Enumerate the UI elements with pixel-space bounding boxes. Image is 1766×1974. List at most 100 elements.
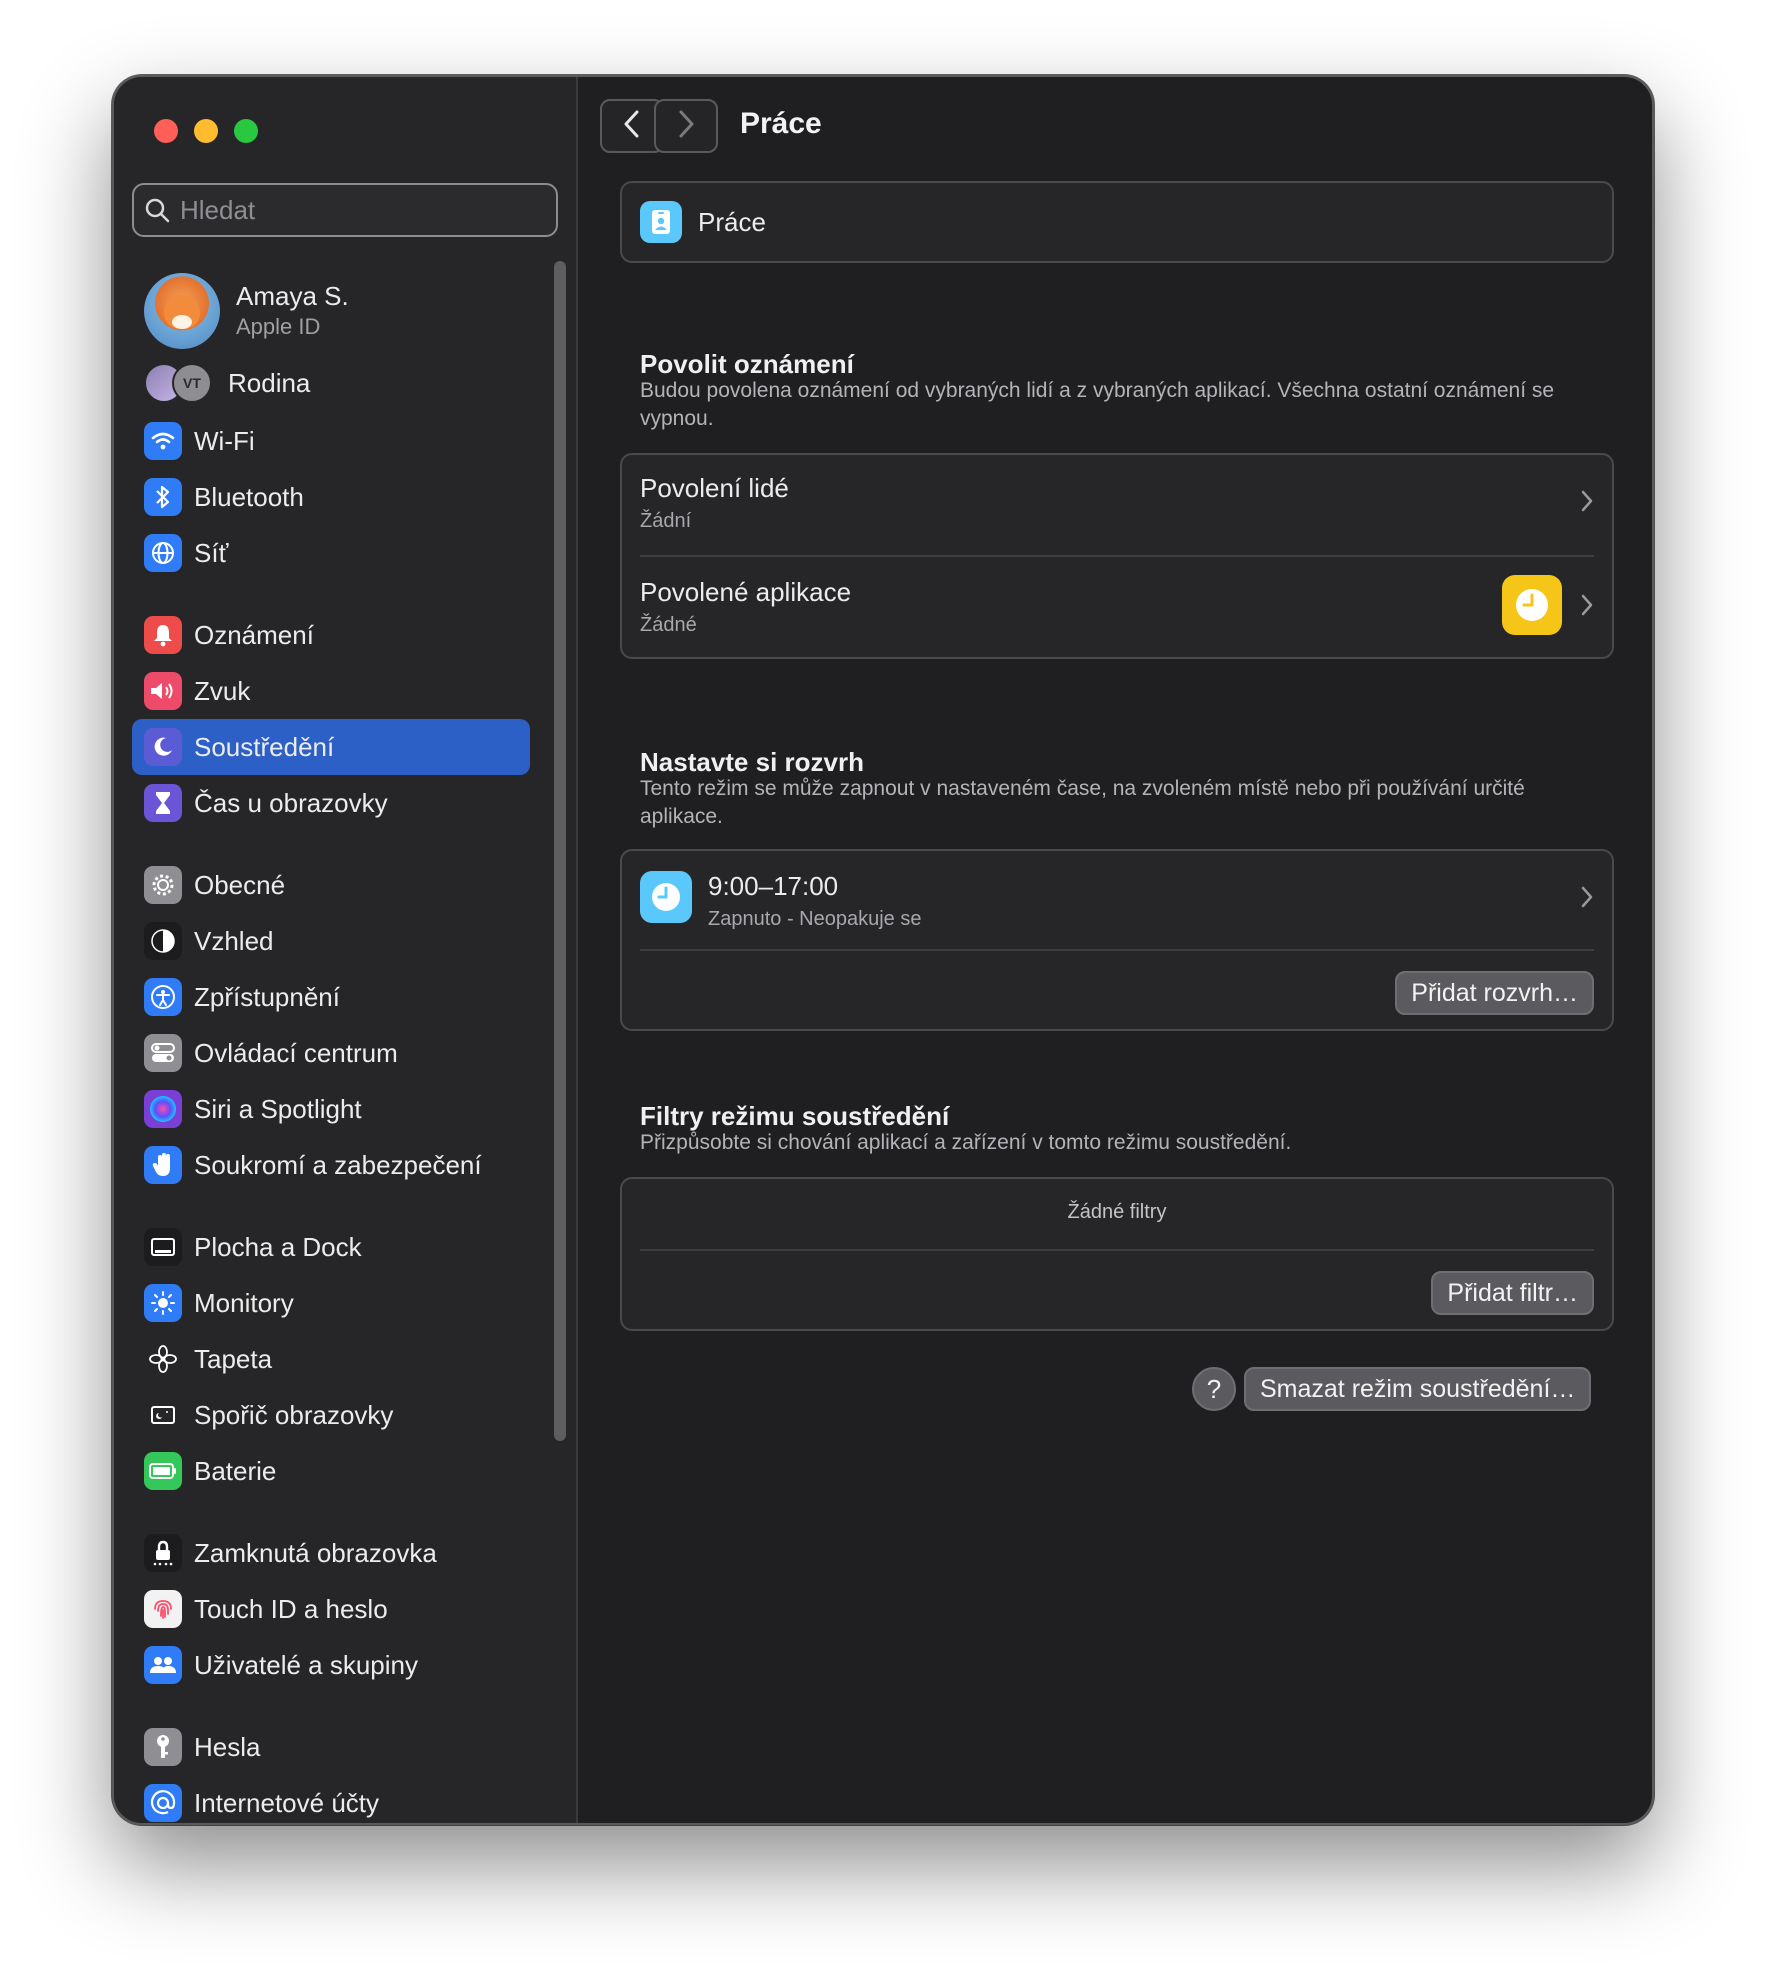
sidebar-item-label: Síť — [194, 537, 229, 568]
sidebar-item-accessibility[interactable]: Zpřístupnění — [132, 969, 530, 1025]
screensaver-icon — [144, 1396, 182, 1434]
search-icon — [134, 197, 180, 223]
sidebar-item-label: Hesla — [194, 1731, 261, 1762]
divider — [640, 555, 1594, 557]
settings-window: Amaya S. Apple ID VT Rodina Wi-Fi Bluetoo… — [112, 75, 1654, 1825]
sidebar-item-battery[interactable]: Baterie — [132, 1443, 530, 1499]
delete-focus-button[interactable]: Smazat režim soustředění… — [1244, 1367, 1592, 1411]
sidebar-item-flower[interactable]: Tapeta — [132, 1331, 530, 1387]
allowed-people-title: Povolení lidé — [640, 473, 789, 503]
schedule-item-row[interactable]: 9:00–17:00 Zapnuto - Neopakuje se — [640, 867, 1594, 937]
sidebar-item-fingerprint[interactable]: Touch ID a heslo — [132, 1581, 530, 1637]
search-field[interactable] — [132, 183, 558, 237]
sidebar-item-label: Oznámení — [194, 619, 314, 650]
main-pane: Práce Práce Povolit oznámení Budou povol… — [580, 77, 1652, 1823]
schedule-section-title: Nastavte si rozvrh — [640, 747, 864, 777]
sidebar-item-screensaver[interactable]: Spořič obrazovky — [132, 1387, 530, 1443]
family-label: Rodina — [228, 367, 311, 398]
lock-icon — [144, 1534, 182, 1572]
no-filters-text: Žádné filtry — [1067, 1201, 1167, 1223]
sidebar-item-label: Siri a Spotlight — [194, 1093, 362, 1124]
sidebar-item-label: Zamknutá obrazovka — [194, 1537, 437, 1568]
sidebar-item-bell[interactable]: Oznámení — [132, 607, 530, 663]
allowed-people-row[interactable]: Povolení lidé Žádní — [640, 473, 1594, 537]
sidebar-scrollbar[interactable] — [554, 261, 566, 1441]
sidebar-item-label: Internetové účty — [194, 1787, 379, 1818]
sidebar-item-siri[interactable]: Siri a Spotlight — [132, 1081, 530, 1137]
bluetooth-icon — [144, 478, 182, 516]
chevron-right-icon — [676, 109, 696, 144]
sidebar-item-speaker[interactable]: Zvuk — [132, 663, 530, 719]
help-button[interactable]: ? — [1192, 1367, 1236, 1411]
close-window-button[interactable] — [154, 119, 178, 143]
clock-app-icon — [1502, 575, 1562, 635]
sidebar-item-label: Zvuk — [194, 675, 251, 706]
sun-icon — [144, 1284, 182, 1322]
sidebar-item-label: Soukromí a zabezpečení — [194, 1149, 482, 1180]
focus-name: Práce — [698, 207, 766, 237]
profile-name: Amaya S. — [236, 281, 349, 311]
sidebar-item-label: Uživatelé a skupiny — [194, 1649, 418, 1680]
sidebar-item-hand[interactable]: Soukromí a zabezpečení — [132, 1137, 530, 1193]
sidebar-item-label: Touch ID a heslo — [194, 1593, 388, 1624]
sidebar-item-bluetooth[interactable]: Bluetooth — [132, 469, 530, 525]
siri-icon — [144, 1090, 182, 1128]
sidebar-item-label: Plocha a Dock — [194, 1231, 362, 1262]
sidebar-item-at[interactable]: Internetové účty — [132, 1775, 530, 1823]
zoom-window-button[interactable] — [234, 119, 258, 143]
sidebar-item-globe[interactable]: Síť — [132, 525, 530, 581]
sidebar-item-appearance[interactable]: Vzhled — [132, 913, 530, 969]
family-avatars: VT — [144, 363, 214, 403]
forward-button[interactable] — [654, 99, 718, 153]
focus-name-card[interactable]: Práce — [620, 181, 1614, 263]
sidebar-item-lock[interactable]: Zamknutá obrazovka — [132, 1525, 530, 1581]
dock-icon — [144, 1228, 182, 1266]
add-filter-button[interactable]: Přidat filtr… — [1431, 1271, 1594, 1315]
schedule-status: Zapnuto - Neopakuje se — [708, 908, 922, 930]
sidebar-item-family[interactable]: VT Rodina — [144, 363, 310, 403]
add-schedule-button[interactable]: Přidat rozvrh… — [1395, 971, 1594, 1015]
sidebar-item-label: Čas u obrazovky — [194, 787, 388, 818]
toggles-icon — [144, 1034, 182, 1072]
sidebar-item-moon[interactable]: Soustředění — [132, 719, 530, 775]
sidebar-item-label: Ovládací centrum — [194, 1037, 398, 1068]
flower-icon — [144, 1340, 182, 1378]
search-input[interactable] — [180, 194, 556, 226]
page-title: Práce — [740, 107, 822, 140]
sidebar-item-dock[interactable]: Plocha a Dock — [132, 1219, 530, 1275]
allowed-apps-title: Povolené aplikace — [640, 577, 852, 607]
sidebar-item-label: Vzhled — [194, 925, 274, 956]
sidebar-item-users[interactable]: Uživatelé a skupiny — [132, 1637, 530, 1693]
sidebar-item-key[interactable]: Hesla — [132, 1719, 530, 1775]
allowed-notifications-card: Povolení lidé Žádní Povolené aplikace Žá… — [620, 453, 1614, 659]
wifi-icon — [144, 422, 182, 460]
profile-subtitle: Apple ID — [236, 314, 321, 339]
chevron-right-icon — [1580, 593, 1594, 622]
chevron-left-icon — [622, 109, 642, 144]
sidebar-item-label: Baterie — [194, 1455, 277, 1486]
bell-icon — [144, 616, 182, 654]
accessibility-icon — [144, 978, 182, 1016]
clock-icon — [640, 871, 692, 923]
sidebar-item-toggles[interactable]: Ovládací centrum — [132, 1025, 530, 1081]
sidebar-item-label: Obecné — [194, 869, 286, 900]
sidebar: Amaya S. Apple ID VT Rodina Wi-Fi Bluetoo… — [114, 77, 578, 1823]
sidebar-item-label: Tapeta — [194, 1343, 273, 1374]
sidebar-item-hourglass[interactable]: Čas u obrazovky — [132, 775, 530, 831]
allowed-apps-row[interactable]: Povolené aplikace Žádné — [640, 575, 1594, 641]
sidebar-item-label: Zpřístupnění — [194, 981, 340, 1012]
filters-card: Žádné filtry Přidat filtr… — [620, 1177, 1614, 1331]
key-icon — [144, 1728, 182, 1766]
sidebar-item-sun[interactable]: Monitory — [132, 1275, 530, 1331]
minimize-window-button[interactable] — [194, 119, 218, 143]
divider — [640, 1249, 1594, 1251]
sidebar-item-label: Soustředění — [194, 731, 335, 762]
allowed-apps-value: Žádné — [640, 614, 697, 636]
notifications-section-title: Povolit oznámení — [640, 349, 854, 379]
speaker-icon — [144, 672, 182, 710]
schedule-time: 9:00–17:00 — [708, 871, 839, 901]
apple-id-profile[interactable]: Amaya S. Apple ID — [144, 273, 349, 349]
allowed-people-value: Žádní — [640, 510, 692, 532]
sidebar-item-gear[interactable]: Obecné — [132, 857, 530, 913]
sidebar-item-wifi[interactable]: Wi-Fi — [132, 413, 530, 469]
